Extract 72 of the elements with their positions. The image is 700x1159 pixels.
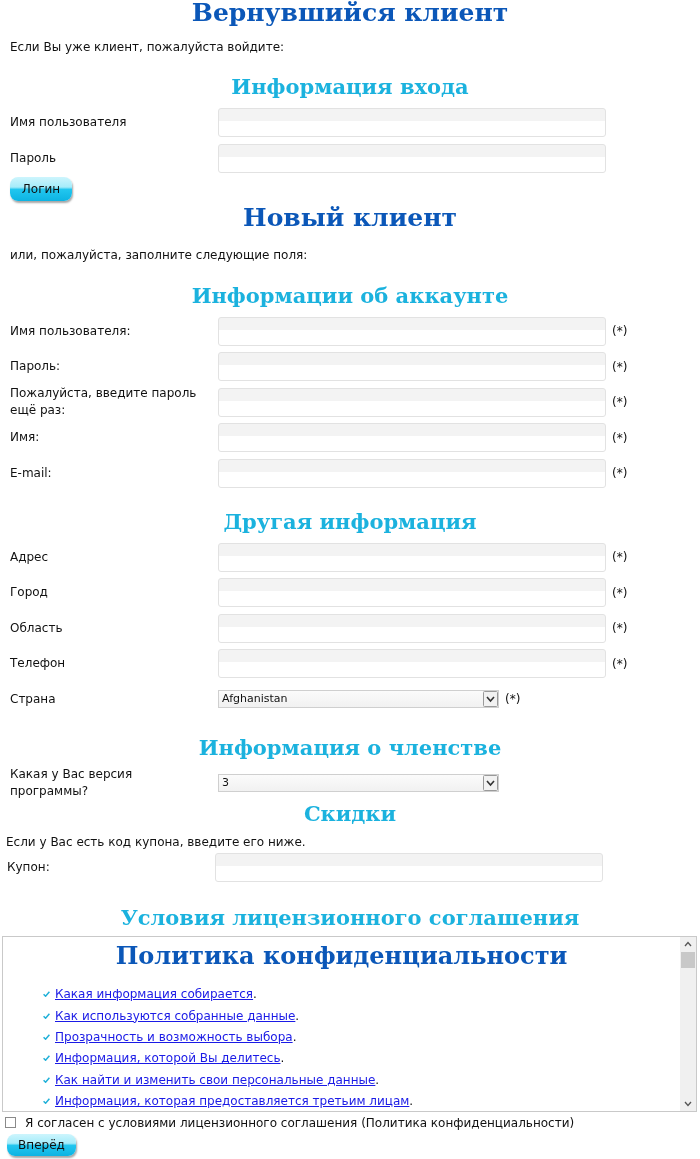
- checkbox-label: Я согласен с условиями лицензионного соглашения (Политика конфиденциальности): [25, 1115, 575, 1130]
- caret-icon: [483, 775, 498, 791]
- list-item-text: Прозрачность и возможность выбора.: [55, 1029, 297, 1044]
- checkbox[interactable]: [5, 1117, 16, 1128]
- field-label: Телефон: [10, 656, 66, 670]
- section-heading: Условия лицензионного соглашения: [119, 903, 581, 932]
- text-field[interactable]: [218, 613, 606, 643]
- text-field[interactable]: [218, 387, 606, 417]
- list-item-text: Как найти и изменить свои персональные данные.: [55, 1072, 380, 1087]
- required-mark: (*): [612, 585, 628, 600]
- required-mark: (*): [612, 656, 628, 671]
- scrollbar-thumb[interactable]: [681, 951, 695, 968]
- field-label: Область: [10, 620, 63, 635]
- list-item-text: Какая информация собирается.: [55, 987, 257, 1002]
- field-label: Имя пользователя:: [10, 323, 131, 338]
- page-heading: Вернувшийся клиент: [190, 0, 510, 26]
- required-mark: (*): [505, 692, 521, 706]
- required-mark: (*): [612, 359, 628, 374]
- intro-text: Если у Вас есть код купона, введите его ниже.: [6, 834, 307, 849]
- field-label: Купон:: [7, 859, 50, 874]
- text-field[interactable]: [218, 542, 606, 572]
- text-field[interactable]: [218, 352, 606, 381]
- document-heading: Политика конфиденциальности: [114, 941, 569, 970]
- check-icon: [43, 1098, 50, 1105]
- dropdown[interactable]: 3: [218, 774, 499, 792]
- required-mark: (*): [612, 466, 628, 480]
- field-label: Пароль: [10, 150, 57, 165]
- policy-link[interactable]: Какая информация собирается: [55, 987, 254, 1002]
- field-label: E-mail:: [10, 465, 52, 480]
- field-label: Страна: [10, 691, 56, 706]
- dropdown[interactable]: Afghanistan: [218, 690, 499, 708]
- field-label: Пароль:: [10, 359, 61, 373]
- list-item-text: Как используются собранные данные.: [55, 1008, 300, 1023]
- list-item-text: Информация, которой Вы делитесь.: [55, 1051, 285, 1066]
- check-icon: [43, 1076, 50, 1083]
- text-field[interactable]: [218, 316, 606, 346]
- field-label: Имя:: [10, 430, 40, 444]
- login-button[interactable]: Логин: [10, 176, 72, 201]
- section-heading: Информации об аккаунте: [190, 281, 510, 310]
- check-icon: [43, 1033, 50, 1040]
- check-icon: [43, 991, 50, 998]
- text-field[interactable]: [218, 108, 606, 137]
- required-mark: (*): [612, 550, 628, 564]
- section-heading: Информация входа: [230, 73, 470, 101]
- list-item-text: Информация, которая предоставляется третьим лицам.: [55, 1094, 414, 1109]
- text-field[interactable]: [218, 649, 606, 678]
- text-field[interactable]: [218, 458, 606, 488]
- check-icon: [43, 1055, 50, 1062]
- required-mark: (*): [612, 324, 628, 338]
- intro-text: Если Вы уже клиент, пожалуйста войдите:: [10, 40, 286, 54]
- policy-link[interactable]: Прозрачность и возможность выбора: [55, 1029, 293, 1044]
- intro-text: или, пожалуйста, заполните следующие поля:: [10, 247, 309, 262]
- check-icon: [43, 1012, 50, 1019]
- next-button[interactable]: Вперёд: [7, 1133, 76, 1156]
- required-mark: (*): [612, 430, 628, 445]
- field-label: Пожалуйста, введите пароль ещё раз:: [10, 386, 197, 417]
- text-field[interactable]: [218, 143, 606, 173]
- field-label: Адрес: [10, 549, 49, 564]
- text-field[interactable]: [215, 852, 603, 882]
- section-heading: Информация о членстве: [197, 733, 503, 762]
- text-field[interactable]: [218, 578, 606, 607]
- caret-icon: [483, 691, 498, 707]
- page-heading: Новый клиент: [242, 204, 458, 231]
- section-heading: Другая информация: [222, 507, 478, 536]
- text-field[interactable]: [218, 423, 606, 452]
- section-heading: Скидки: [302, 799, 398, 828]
- scrollbar[interactable]: [680, 936, 696, 1111]
- required-mark: (*): [612, 621, 628, 635]
- field-label: Какая у Вас версия программы?: [10, 767, 133, 798]
- field-label: Город: [10, 585, 48, 599]
- required-mark: (*): [612, 395, 628, 409]
- field-label: Имя пользователя: [10, 115, 127, 129]
